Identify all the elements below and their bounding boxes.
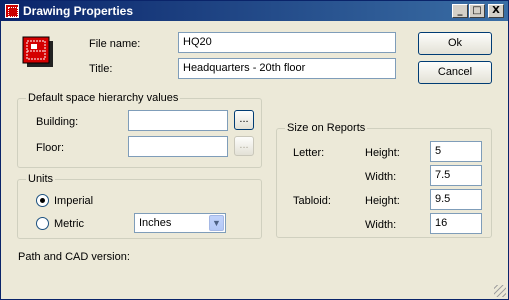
close-button[interactable]: X	[488, 4, 504, 18]
letter-width-input[interactable]: 7.5	[430, 165, 482, 186]
letter-label: Letter:	[293, 147, 325, 159]
drawing-properties-dialog: Drawing Properties _ □ X File name: HQ20…	[0, 0, 509, 300]
building-label: Building:	[36, 116, 79, 128]
maximize-button[interactable]: □	[469, 4, 485, 18]
tabloid-width-input[interactable]: 16	[430, 213, 482, 234]
letter-width-label: Width:	[365, 171, 397, 183]
imperial-radio[interactable]	[36, 194, 49, 207]
building-browse-button[interactable]: ...	[234, 110, 254, 130]
file-name-label: File name:	[89, 38, 141, 50]
title-bar[interactable]: Drawing Properties _ □ X	[1, 1, 508, 21]
building-input[interactable]	[128, 110, 228, 131]
units-dropdown[interactable]: Inches ▼	[134, 213, 226, 233]
tabloid-height-label: Height:	[365, 195, 400, 207]
minimize-button[interactable]: _	[452, 4, 468, 18]
tabloid-width-label: Width:	[365, 219, 397, 231]
units-dropdown-value: Inches	[139, 217, 172, 229]
metric-label: Metric	[54, 218, 84, 230]
chevron-down-icon[interactable]: ▼	[209, 215, 224, 231]
imperial-label: Imperial	[54, 195, 94, 207]
hierarchy-group: Default space hierarchy values	[17, 92, 262, 168]
path-cad-version-label: Path and CAD version:	[18, 251, 130, 263]
floor-browse-button[interactable]: ...	[234, 136, 254, 156]
letter-height-input[interactable]: 5	[430, 141, 482, 162]
title-label: Title:	[89, 63, 113, 75]
tabloid-height-input[interactable]: 9.5	[430, 189, 482, 210]
cancel-button[interactable]: Cancel	[418, 61, 492, 84]
letter-height-label: Height:	[365, 147, 400, 159]
drawing-icon	[22, 36, 53, 67]
tabloid-label: Tabloid:	[293, 195, 331, 207]
size-on-reports-title: Size on Reports	[285, 122, 368, 134]
metric-radio[interactable]	[36, 217, 49, 230]
resize-grip[interactable]	[494, 285, 506, 297]
window-title: Drawing Properties	[23, 4, 134, 18]
floor-label: Floor:	[36, 142, 65, 154]
floor-input[interactable]	[128, 136, 228, 157]
hierarchy-group-title: Default space hierarchy values	[26, 92, 181, 104]
drawing-app-icon	[5, 4, 19, 18]
ok-button[interactable]: Ok	[418, 32, 492, 55]
file-name-input[interactable]: HQ20	[178, 32, 396, 53]
title-input[interactable]: Headquarters - 20th floor	[178, 58, 396, 79]
units-group-title: Units	[26, 173, 56, 185]
